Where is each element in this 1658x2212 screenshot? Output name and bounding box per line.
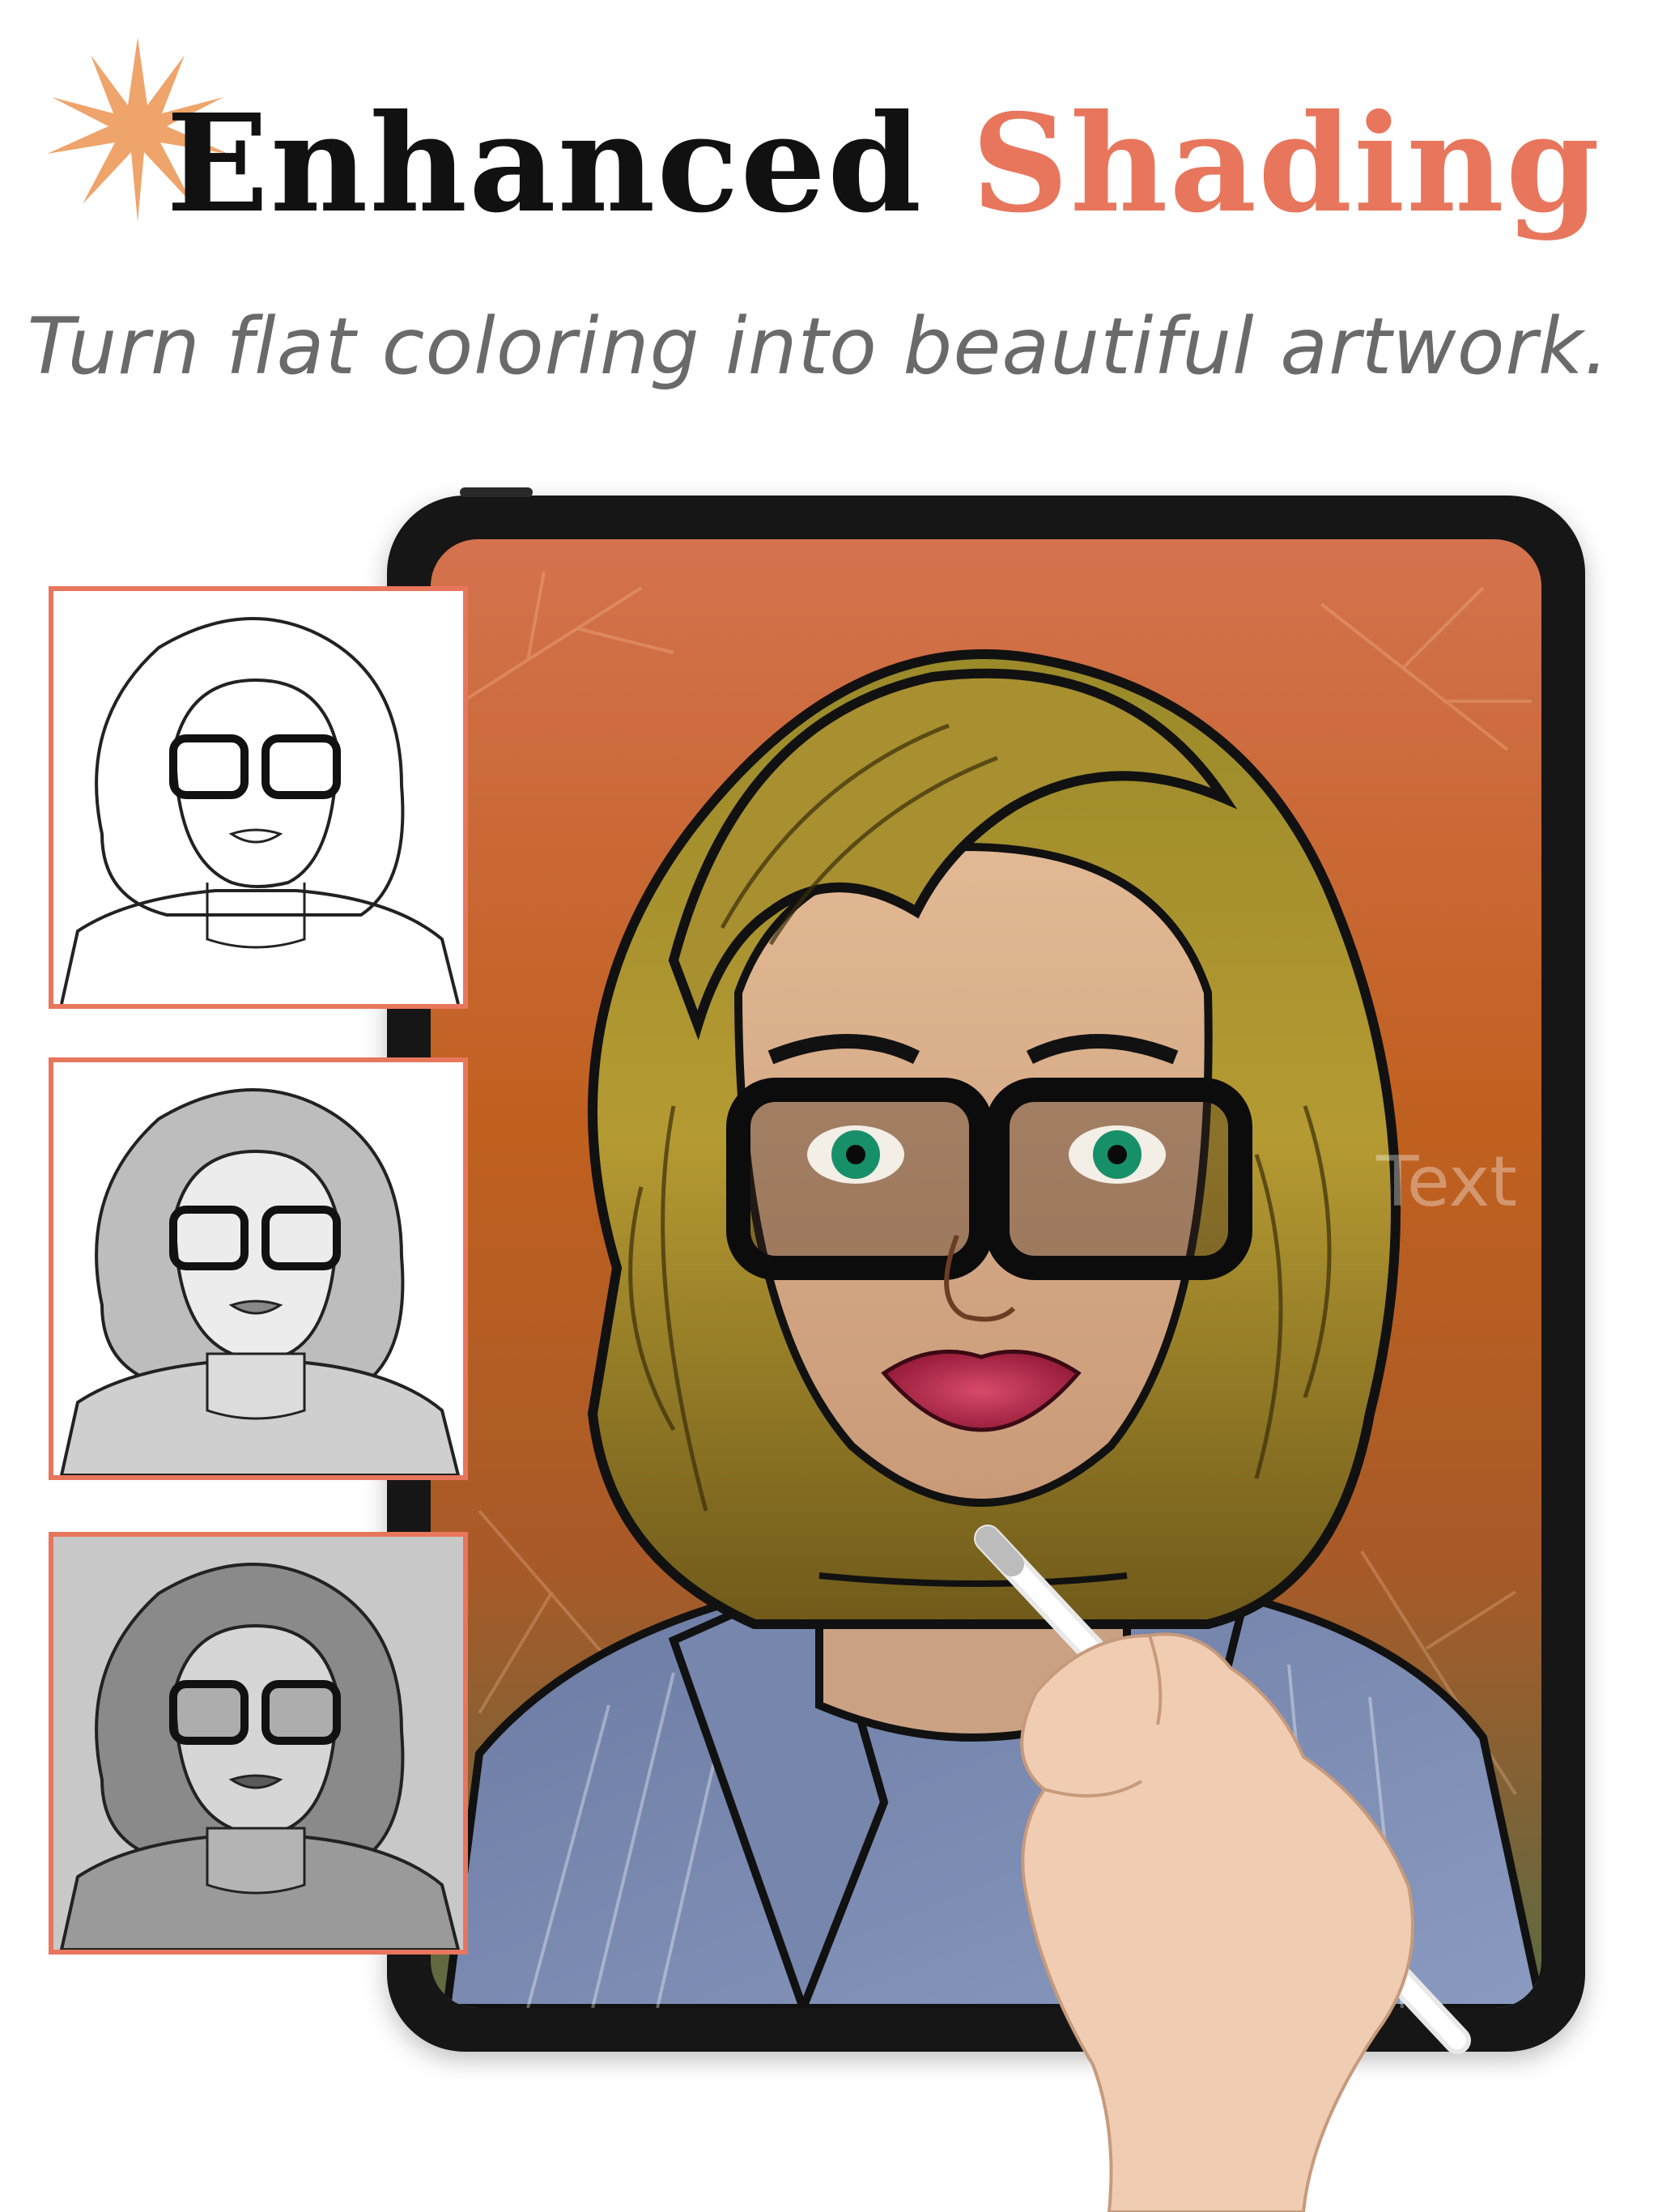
subtitle: Turn flat coloring into beautiful artwor… [27, 301, 1609, 392]
watermark-text: Text [1376, 1142, 1517, 1223]
tablet-top-button [460, 487, 533, 497]
title-word-enhanced: Enhanced [166, 85, 924, 243]
title-word-shading: Shading [971, 85, 1601, 243]
thumbnail-line-art[interactable] [49, 586, 468, 1009]
page-title: Enhanced Shading [166, 97, 1601, 232]
thumbnail-full-grayscale[interactable] [49, 1532, 468, 1955]
hand-with-stylus [974, 1525, 1471, 2212]
thumbnail-light-shading[interactable] [49, 1057, 468, 1480]
